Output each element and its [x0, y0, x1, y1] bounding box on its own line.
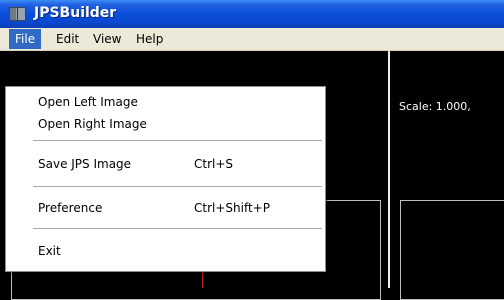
menu-item-shortcut: Ctrl+S	[194, 157, 234, 171]
menu-separator	[33, 140, 322, 141]
menu-item-label: Preference	[38, 201, 103, 215]
menu-item-open-right-image[interactable]: Open Right Image	[6, 114, 325, 134]
menu-separator	[33, 228, 322, 229]
menu-bar: File Edit View Help	[0, 28, 504, 51]
menu-file[interactable]: File	[9, 29, 42, 49]
menu-item-preference[interactable]: Preference Ctrl+Shift+P	[6, 198, 325, 218]
menu-item-open-left-image[interactable]: Open Left Image	[6, 92, 325, 112]
right-image-frame	[400, 200, 504, 300]
app-window-icon	[9, 7, 26, 21]
menu-item-label: Open Right Image	[38, 117, 147, 131]
scale-label: Scale: 1.000,	[399, 100, 471, 113]
menu-separator	[33, 186, 322, 187]
window-title: JPSBuilder	[34, 5, 117, 21]
menu-item-shortcut: Ctrl+Shift+P	[194, 201, 270, 215]
menu-item-label: Open Left Image	[38, 95, 138, 109]
menu-item-label: Save JPS Image	[38, 157, 132, 171]
menu-help[interactable]: Help	[130, 29, 169, 49]
menu-edit[interactable]: Edit	[50, 29, 85, 49]
file-dropdown-menu: Open Left Image Open Right Image Save JP…	[5, 86, 326, 272]
title-bar: JPSBuilder	[0, 0, 504, 28]
menu-item-label: Exit	[38, 244, 61, 258]
pane-splitter[interactable]	[388, 51, 390, 288]
menu-item-exit[interactable]: Exit	[6, 241, 325, 261]
menu-view[interactable]: View	[87, 29, 127, 49]
center-guide-line	[202, 270, 203, 288]
menu-item-save-jps-image[interactable]: Save JPS Image Ctrl+S	[6, 154, 325, 174]
